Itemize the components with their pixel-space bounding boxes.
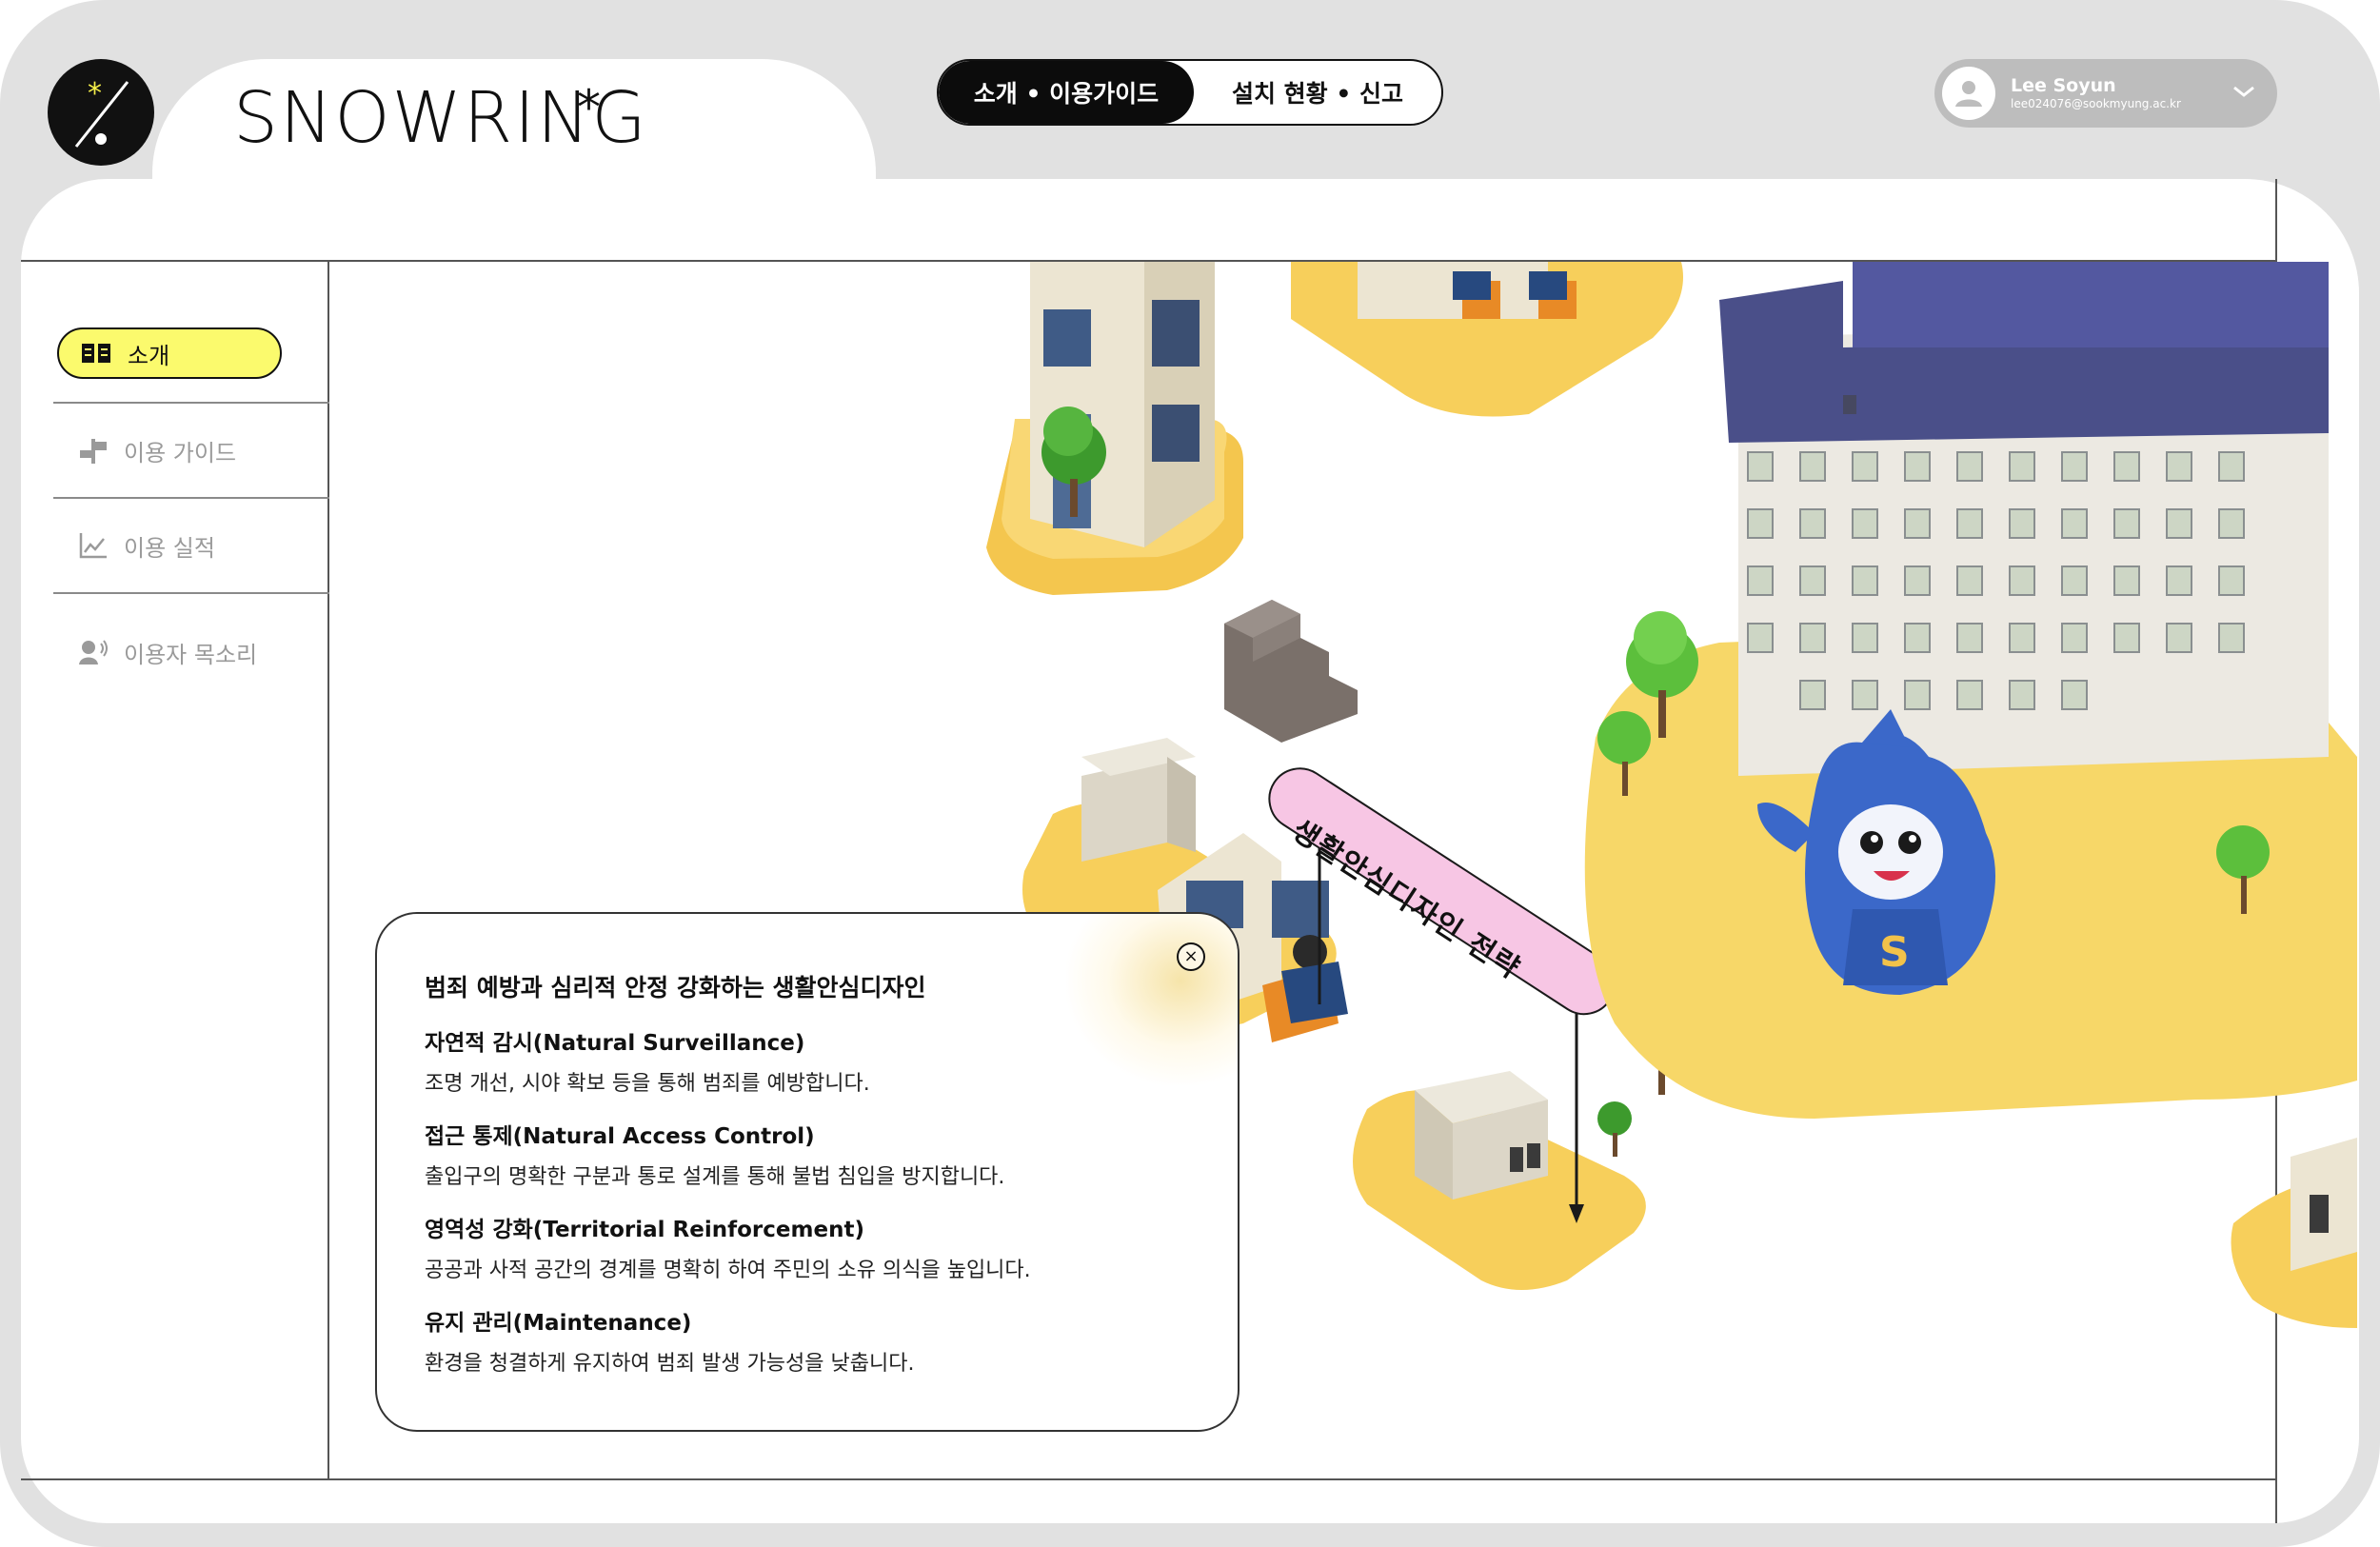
tab-intro-guide[interactable]: 소개 • 이용가이드 — [939, 61, 1194, 124]
user-voice-icon — [78, 638, 109, 666]
card-item-desc: 조명 개선, 시야 확보 등을 통해 범죄를 예방합니다. — [425, 1072, 870, 1096]
sidebar-item-label: 이용 실적 — [124, 534, 215, 562]
sidebar-item-intro[interactable]: 소개 — [57, 327, 282, 379]
card-item-title: 자연적 감시(Natural Surveillance) — [425, 1031, 805, 1056]
info-card: × 범죄 예방과 심리적 안정 강화하는 생활안심디자인 자연적 감시(Natu… — [375, 912, 1240, 1432]
user-name: Lee Soyun — [2011, 75, 2116, 97]
edge-building-illustration — [2231, 1138, 2357, 1328]
sidebar-separator — [53, 402, 329, 404]
sidebar-separator — [53, 592, 329, 594]
close-icon[interactable]: × — [1177, 942, 1205, 971]
card-title: 범죄 예방과 심리적 안정 강화하는 생활안심디자인 — [425, 974, 926, 1002]
card-item-access-control: 접근 통제(Natural Access Control) 출입구의 명확한 구… — [425, 1118, 1190, 1190]
line-chart-icon — [78, 531, 109, 560]
sidebar-item-guide[interactable]: 이용 가이드 — [57, 425, 282, 476]
main-nav-tabs: 소개 • 이용가이드 설치 현황 • 신고 — [937, 59, 1443, 126]
card-item-maintenance: 유지 관리(Maintenance) 환경을 청결하게 유지하여 범죄 발생 가… — [425, 1304, 1190, 1377]
sidebar-item-performance[interactable]: 이용 실적 — [57, 520, 282, 571]
user-icon — [1955, 81, 1982, 107]
logo-icon[interactable]: * — [48, 59, 154, 166]
card-item-title: 유지 관리(Maintenance) — [425, 1311, 692, 1336]
sidebar-item-user-voice[interactable]: 이용자 목소리 — [57, 626, 282, 678]
brand-star-icon: * — [577, 80, 601, 135]
card-item-title: 영역성 강화(Territorial Reinforcement) — [425, 1218, 864, 1242]
user-menu[interactable]: Lee Soyun lee024076@sookmyung.ac.kr — [1934, 59, 2277, 128]
stairs-illustration — [1224, 600, 1358, 743]
avatar — [1942, 67, 1995, 120]
svg-text:*: * — [88, 77, 102, 110]
sidebar-separator — [53, 497, 329, 499]
tall-building-illustration — [986, 262, 1243, 595]
sidebar-item-label: 소개 — [128, 342, 170, 369]
tab-install-report[interactable]: 설치 현황 • 신고 — [1194, 61, 1441, 124]
card-item-surveillance: 자연적 감시(Natural Surveillance) 조명 개선, 시야 확… — [425, 1024, 1190, 1097]
svg-text:S: S — [1879, 928, 1910, 977]
card-item-title: 접근 통제(Natural Access Control) — [425, 1124, 815, 1149]
book-icon — [80, 341, 112, 366]
card-item-desc: 환경을 청결하게 유지하여 범죄 발생 가능성을 낮춥니다. — [425, 1352, 915, 1376]
office-platform-illustration — [1291, 262, 1683, 417]
chevron-down-icon[interactable] — [2231, 82, 2256, 101]
sidebar-item-label: 이용 가이드 — [124, 439, 237, 466]
card-item-desc: 공공과 사적 공간의 경계를 명확히 하여 주민의 소유 의식을 높입니다. — [425, 1259, 1031, 1282]
user-email: lee024076@sookmyung.ac.kr — [2011, 97, 2181, 111]
university-building-illustration — [1584, 262, 2357, 1119]
card-item-territorial: 영역성 강화(Territorial Reinforcement) 공공과 사적… — [425, 1211, 1190, 1283]
card-item-desc: 출입구의 명확한 구분과 통로 설계를 통해 불법 침입을 방지합니다. — [425, 1165, 1005, 1189]
signpost-icon — [78, 435, 109, 466]
sidebar-item-label: 이용자 목소리 — [124, 641, 258, 668]
